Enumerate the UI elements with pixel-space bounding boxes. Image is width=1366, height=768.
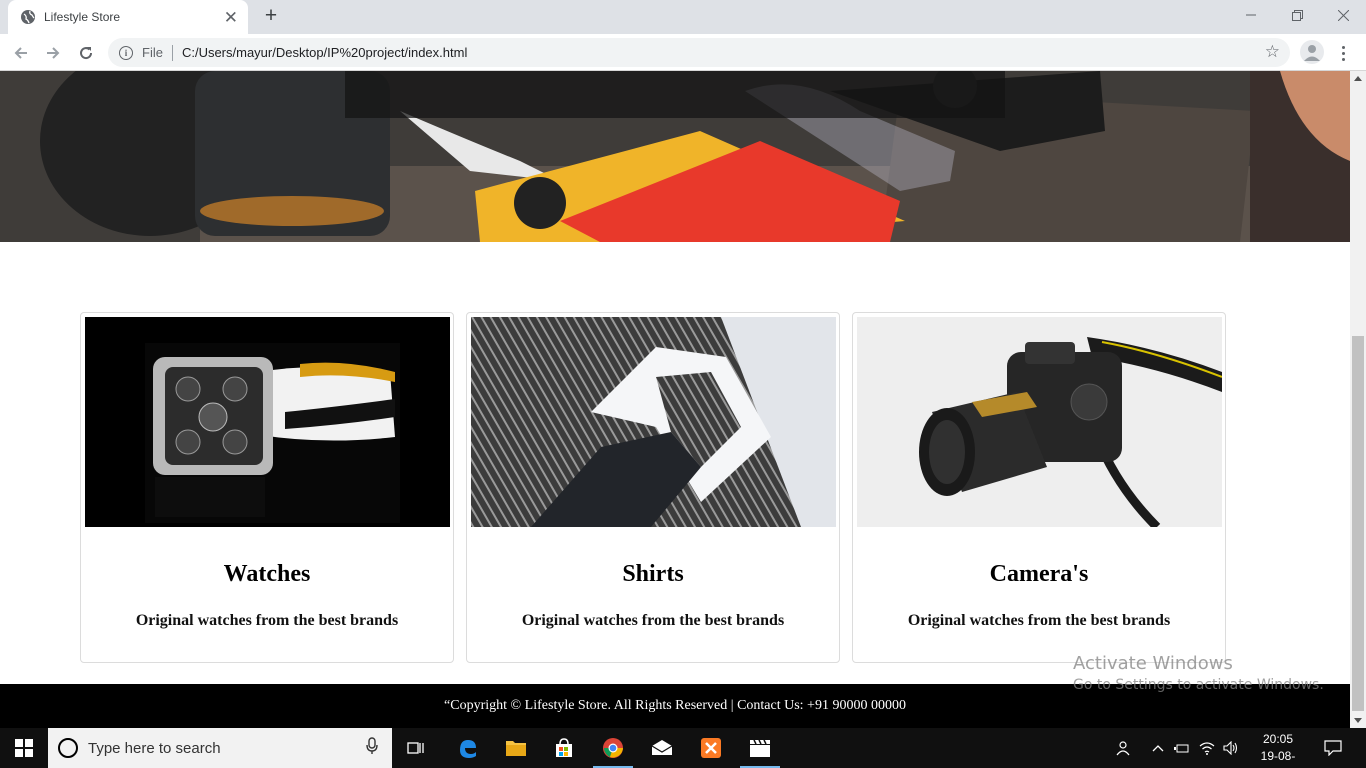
task-view-button[interactable] (398, 728, 434, 768)
back-button[interactable] (8, 40, 34, 66)
edge-app-button[interactable] (448, 728, 488, 768)
clock-time: 20:05 (1262, 732, 1294, 746)
restore-button[interactable] (1274, 0, 1320, 30)
card-title: Shirts (622, 561, 684, 587)
info-icon[interactable]: i (119, 45, 133, 60)
reload-button[interactable] (73, 40, 99, 66)
wifi-icon[interactable] (1196, 728, 1218, 768)
card-watches[interactable]: Watches Original watches from the best b… (80, 312, 454, 663)
store-bag-icon (556, 738, 572, 757)
action-center-icon[interactable] (1318, 728, 1348, 768)
file-explorer-button[interactable] (496, 728, 536, 768)
show-hidden-icons-chevron-icon[interactable] (1148, 728, 1168, 768)
minimize-button[interactable] (1228, 0, 1274, 30)
file-chip: File (142, 45, 163, 60)
tab-title: Lifestyle Store (44, 10, 121, 24)
scroll-down-arrow-icon[interactable] (1354, 718, 1362, 723)
taskbar-search-box[interactable]: Type here to search (48, 728, 392, 768)
activate-windows-watermark: Activate Windows Go to Settings to activ… (1073, 653, 1324, 693)
xampp-app-button[interactable] (691, 728, 731, 768)
close-window-button[interactable] (1320, 0, 1366, 30)
edge-icon (460, 740, 476, 758)
taskbar-clock[interactable]: 20:05 19-08-2019 (1252, 731, 1304, 768)
store-app-button[interactable] (544, 728, 584, 768)
mail-icon (651, 740, 673, 755)
chrome-icon (603, 738, 623, 758)
folder-icon (506, 741, 526, 756)
chrome-app-button[interactable] (593, 728, 633, 768)
category-cards: Watches Original watches from the best b… (80, 312, 1228, 664)
divider (171, 44, 173, 61)
scroll-up-arrow-icon[interactable] (1354, 76, 1362, 81)
vertical-scrollbar[interactable] (1350, 71, 1366, 728)
microphone-icon[interactable] (366, 736, 378, 760)
watermark-subtitle: Go to Settings to activate Windows. (1073, 677, 1324, 693)
new-tab-button[interactable]: + (260, 5, 282, 27)
volume-icon[interactable] (1220, 728, 1242, 768)
hero-overlay-panel (345, 71, 1005, 118)
tab-close-icon[interactable]: ✕ (224, 9, 238, 26)
avatar-icon (1304, 45, 1320, 61)
globe-icon (20, 9, 36, 25)
arrow-right-icon (47, 47, 60, 59)
card-shirts[interactable]: Shirts Original watches from the best br… (466, 312, 840, 663)
card-description: Original watches from the best brands (521, 612, 785, 629)
address-bar[interactable]: i File C:/Users/mayur/Desktop/IP%20proje… (108, 38, 1290, 67)
profile-avatar[interactable] (1300, 40, 1324, 64)
mail-app-button[interactable] (642, 728, 682, 768)
card-cameras[interactable]: Camera's Original watches from the best … (852, 312, 1226, 663)
card-description: Original watches from the best brands (135, 612, 399, 629)
clapperboard-icon (750, 739, 770, 757)
forward-button[interactable] (40, 40, 66, 66)
bookmark-star-icon[interactable]: ☆ (1265, 43, 1280, 61)
watch-photo[interactable] (85, 317, 450, 527)
url-text[interactable]: C:/Users/mayur/Desktop/IP%20project/inde… (182, 45, 467, 60)
footer-copyright: “Copyright © Lifestyle Store. All Rights… (444, 698, 906, 713)
xampp-icon (701, 738, 721, 758)
hero-banner-image (0, 71, 1350, 242)
search-placeholder: Type here to search (88, 739, 221, 757)
scrollbar-thumb[interactable] (1352, 336, 1364, 711)
browser-toolbar: i File C:/Users/mayur/Desktop/IP%20proje… (0, 34, 1366, 71)
windows-taskbar: Type here to search 20:05 19-08- (0, 728, 1366, 768)
cortana-icon (58, 738, 78, 758)
video-editor-app-button[interactable] (740, 728, 780, 768)
arrow-left-icon (14, 47, 27, 59)
page-viewport: Watches Original watches from the best b… (0, 71, 1350, 728)
card-description: Original watches from the best brands (907, 612, 1171, 629)
battery-icon[interactable] (1172, 728, 1192, 768)
camera-photo[interactable] (857, 317, 1222, 527)
watermark-title: Activate Windows (1073, 653, 1233, 674)
reload-icon (80, 47, 93, 60)
browser-menu-button[interactable] (1336, 42, 1350, 64)
card-title: Camera's (989, 561, 1089, 587)
card-title: Watches (223, 561, 311, 587)
clock-date: 19-08-2019 (1260, 749, 1296, 768)
start-button[interactable] (0, 728, 48, 768)
windows-logo-icon (15, 739, 33, 757)
people-icon[interactable] (1110, 728, 1138, 768)
shirt-photo[interactable] (471, 317, 836, 527)
tab-strip: Lifestyle Store ✕ + (0, 0, 1366, 34)
browser-tab[interactable]: Lifestyle Store ✕ (8, 0, 248, 34)
task-view-icon (407, 742, 424, 754)
